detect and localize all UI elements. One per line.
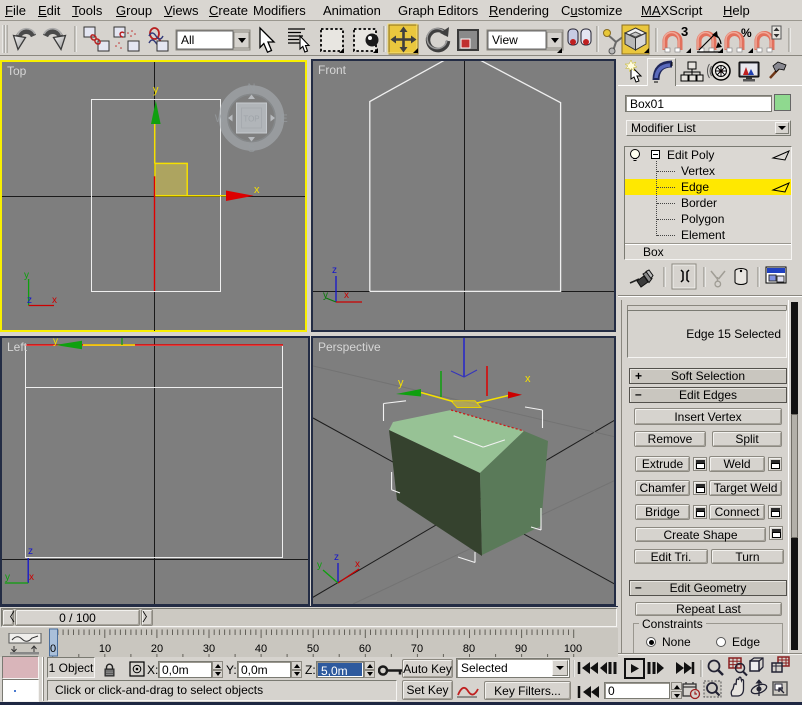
svg-text:z: z bbox=[332, 265, 337, 276]
svg-text:x: x bbox=[254, 184, 260, 196]
svg-text:3: 3 bbox=[681, 24, 688, 39]
svg-text:TOP: TOP bbox=[243, 115, 259, 124]
svg-text:y: y bbox=[5, 572, 10, 583]
svg-text:70: 70 bbox=[411, 643, 423, 655]
svg-text:View: View bbox=[492, 33, 518, 47]
svg-text:z: z bbox=[27, 295, 32, 306]
svg-text:y: y bbox=[323, 290, 328, 301]
svg-text:N: N bbox=[248, 82, 256, 94]
svg-text:y: y bbox=[153, 84, 159, 96]
svg-text:0: 0 bbox=[50, 643, 56, 655]
svg-text:10: 10 bbox=[99, 643, 111, 655]
svg-text:60: 60 bbox=[359, 643, 371, 655]
svg-text:100: 100 bbox=[564, 643, 582, 655]
svg-text:z: z bbox=[334, 552, 339, 563]
svg-text:90: 90 bbox=[515, 643, 527, 655]
svg-text:20: 20 bbox=[151, 643, 163, 655]
svg-text:30: 30 bbox=[203, 643, 215, 655]
svg-text:50: 50 bbox=[307, 643, 319, 655]
svg-text:y: y bbox=[317, 560, 322, 571]
svg-text:%: % bbox=[741, 26, 752, 40]
svg-text:x: x bbox=[344, 290, 349, 301]
svg-text:S: S bbox=[248, 143, 255, 155]
svg-text:y: y bbox=[53, 338, 58, 347]
svg-text:x: x bbox=[52, 295, 57, 306]
svg-text:x: x bbox=[29, 572, 34, 583]
svg-text:x: x bbox=[355, 559, 360, 570]
svg-text:40: 40 bbox=[255, 643, 267, 655]
svg-text:y: y bbox=[398, 377, 404, 389]
svg-text:y: y bbox=[24, 270, 29, 281]
svg-text:80: 80 bbox=[463, 643, 475, 655]
svg-text:z: z bbox=[28, 546, 33, 557]
svg-text:All: All bbox=[181, 33, 194, 47]
svg-text:x: x bbox=[525, 373, 531, 385]
svg-text:W: W bbox=[215, 113, 226, 125]
svg-text:E: E bbox=[280, 113, 287, 125]
